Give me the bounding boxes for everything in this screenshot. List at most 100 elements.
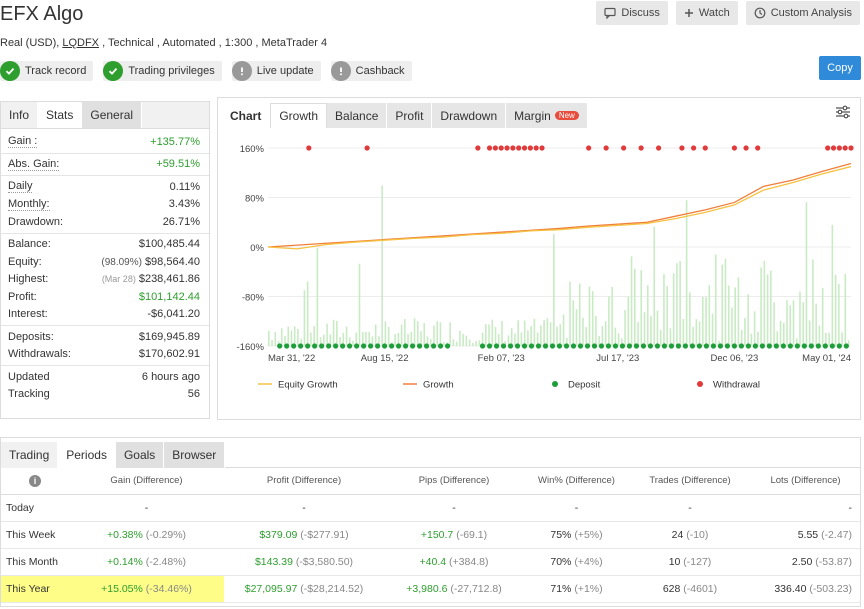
volume-bar <box>280 328 283 346</box>
volume-bar <box>650 316 652 346</box>
tab-general[interactable]: General <box>82 102 143 128</box>
volume-bar <box>494 327 497 346</box>
cell-pips: +40.4 (+384.8) <box>384 548 524 576</box>
deposit-marker <box>284 343 290 349</box>
tab-info[interactable]: Info <box>1 102 39 128</box>
discuss-button[interactable]: Discuss <box>596 1 668 25</box>
volume-bar <box>763 260 766 346</box>
chart-tabs: Chart Growth Balance Profit Drawdown Mar… <box>218 98 860 128</box>
cell-value: 336.40 <box>774 582 807 595</box>
tab-margin[interactable]: Margin New <box>506 103 588 128</box>
volume-bar <box>530 326 532 346</box>
volume-bar <box>316 248 319 346</box>
deposit-marker <box>661 343 668 349</box>
tab-growth[interactable]: Growth <box>270 103 328 128</box>
volume-bar <box>685 200 688 346</box>
deposit-marker <box>437 343 444 349</box>
volume-bar <box>553 233 555 346</box>
deposit-marker <box>633 343 640 349</box>
growth-line <box>267 162 852 248</box>
deposit-marker <box>745 343 751 349</box>
tab-profit[interactable]: Profit <box>387 103 433 128</box>
custom-analysis-button[interactable]: Custom Analysis <box>745 1 860 25</box>
cell-value: 75% <box>550 528 572 541</box>
tab-periods[interactable]: Periods <box>58 442 116 468</box>
volume-bar <box>501 320 503 346</box>
volume-bar <box>485 324 487 346</box>
tab-goals[interactable]: Goals <box>115 442 165 468</box>
x-tick-label: Jul 17, '23 <box>596 353 639 364</box>
custom-analysis-label: Custom Analysis <box>770 7 852 19</box>
table-row: This Year +15.05% (-34.46%) $27,095.97 (-$… <box>1 575 860 603</box>
deposit-marker <box>500 343 507 349</box>
stat-gain: Gain : +135.77% <box>8 135 200 149</box>
tab-stats[interactable]: Stats <box>38 102 83 128</box>
deposit-marker <box>703 343 710 349</box>
cell-value: 5.55 <box>797 528 819 541</box>
watch-button[interactable]: Watch <box>675 1 738 25</box>
deposit-marker <box>584 343 591 349</box>
volume-bar <box>326 323 328 346</box>
cell-value: - <box>688 501 692 514</box>
deposit-marker <box>710 343 717 349</box>
deposit-marker <box>773 343 779 349</box>
volume-bar <box>491 319 494 346</box>
volume-bar <box>841 332 843 346</box>
legend-marker <box>697 381 703 387</box>
cell-gain: +0.14% (-2.48%) <box>69 548 224 576</box>
deposit-marker <box>542 343 549 349</box>
cell-difference: (-4601) <box>683 582 718 595</box>
legend-label: Deposit <box>568 380 601 391</box>
volume-bar <box>546 318 549 346</box>
legend-label: Growth <box>423 380 454 391</box>
cell-profit: $379.09 (-$277.91) <box>224 521 384 549</box>
settings-sliders-icon[interactable] <box>835 105 851 119</box>
cell-win: 75% (+5%) <box>524 521 629 549</box>
header-trades: Trades (Difference) <box>629 468 751 495</box>
volume-bar <box>439 322 442 346</box>
broker-link[interactable]: LQDFX <box>62 37 99 49</box>
deposit-marker <box>570 343 577 349</box>
volume-bar <box>808 320 811 346</box>
cell-value: +15.05% <box>101 582 143 595</box>
deposit-marker <box>312 343 318 349</box>
volume-bar <box>815 303 817 346</box>
stat-equity: Equity: (98.09%) $98,564.40 <box>8 255 200 268</box>
volume-bar <box>468 339 471 346</box>
cell-win: 70% (+4%) <box>524 548 629 576</box>
volume-bar <box>374 324 377 346</box>
withdrawal-marker <box>836 145 842 151</box>
deposit-marker <box>388 343 395 349</box>
tab-browser[interactable]: Browser <box>164 442 226 468</box>
volume-bar <box>569 281 571 346</box>
x-tick-label: May 01, '24 <box>802 353 851 364</box>
volume-bar <box>679 261 681 346</box>
volume-bar <box>394 334 396 346</box>
deposit-marker <box>354 343 360 349</box>
withdrawal-marker <box>755 145 761 151</box>
periods-tabs: Trading Periods Goals Browser <box>1 438 860 468</box>
deposit-marker <box>682 343 689 349</box>
volume-bar <box>582 317 584 346</box>
legend-label: Equity Growth <box>278 380 338 391</box>
deposit-marker <box>605 343 612 349</box>
cell-trades: 628 (-4601) <box>629 575 751 603</box>
withdrawal-marker <box>306 145 312 151</box>
volume-bar <box>750 333 753 346</box>
volume-bar <box>838 283 840 346</box>
volume-bar <box>721 264 724 346</box>
deposit-marker <box>291 343 297 349</box>
cell-gain: +0.38% (-0.29%) <box>69 521 224 549</box>
copy-button[interactable]: Copy <box>819 56 861 80</box>
volume-bar <box>293 326 296 346</box>
tab-balance[interactable]: Balance <box>327 103 388 128</box>
volume-bar <box>666 286 668 346</box>
deposit-marker <box>598 343 605 349</box>
deposit-marker <box>647 343 654 349</box>
volume-bar <box>766 274 769 346</box>
volume-bar <box>404 319 406 346</box>
tab-trading[interactable]: Trading <box>1 442 59 468</box>
stat-deposits: Deposits: $169,945.89 <box>8 330 200 343</box>
stat-abs-gain: Abs. Gain: +59.51% <box>8 157 200 171</box>
tab-drawdown[interactable]: Drawdown <box>432 103 507 128</box>
